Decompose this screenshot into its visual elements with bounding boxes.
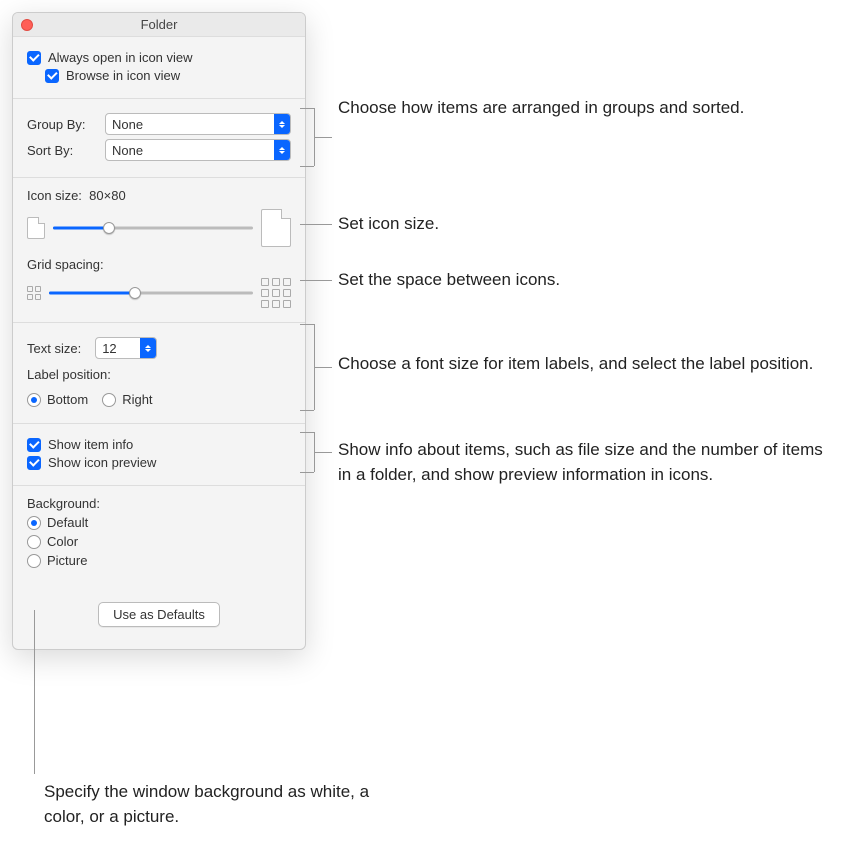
background-color-label: Color (47, 534, 78, 549)
grid-spacing-label: Grid spacing: (27, 257, 291, 272)
icon-size-slider[interactable] (53, 220, 253, 236)
section-sizing: Icon size: 80×80 Grid spacing: (13, 178, 305, 323)
leader-line (300, 432, 314, 433)
checkbox-icon (27, 51, 41, 65)
show-item-info-label: Show item info (48, 437, 133, 452)
radio-icon (27, 516, 41, 530)
background-picture-label: Picture (47, 553, 87, 568)
leader-line (300, 166, 314, 167)
label-position-bottom[interactable]: Bottom (27, 392, 88, 407)
group-by-select[interactable]: None (105, 113, 291, 135)
footer: Use as Defaults (13, 584, 305, 649)
text-size-select[interactable]: 12 (95, 337, 157, 359)
icon-size-label: Icon size: (27, 188, 82, 203)
always-open-icon-view-label: Always open in icon view (48, 50, 193, 65)
radio-icon (27, 554, 41, 568)
section-text: Text size: 12 Label position: Bottom Rig… (13, 323, 305, 424)
checkbox-icon (27, 456, 41, 470)
sort-by-select[interactable]: None (105, 139, 291, 161)
leader-line (314, 452, 332, 453)
leader-line (300, 280, 332, 281)
background-color[interactable]: Color (27, 534, 291, 549)
chevron-up-down-icon (140, 338, 156, 358)
use-as-defaults-label: Use as Defaults (113, 607, 205, 622)
show-item-info-row[interactable]: Show item info (27, 437, 291, 452)
group-by-value: None (112, 117, 143, 132)
radio-icon (27, 535, 41, 549)
callout-background: Specify the window background as white, … (44, 780, 404, 829)
callout-text: Choose a font size for item labels, and … (338, 352, 813, 377)
label-bottom: Bottom (47, 392, 88, 407)
grid-loose-icon (261, 278, 291, 308)
grid-tight-icon (27, 286, 41, 300)
leader-line (300, 224, 332, 225)
section-background: Background: Default Color Picture (13, 486, 305, 584)
background-label: Background: (27, 496, 291, 511)
leader-line (34, 610, 35, 774)
section-arrange: Group By: None Sort By: None (13, 99, 305, 178)
show-icon-preview-row[interactable]: Show icon preview (27, 455, 291, 470)
use-as-defaults-button[interactable]: Use as Defaults (98, 602, 220, 627)
callout-arrange: Choose how items are arranged in groups … (338, 96, 744, 121)
file-small-icon (27, 217, 45, 239)
browse-icon-view-row[interactable]: Browse in icon view (45, 68, 291, 83)
callout-icon-size: Set icon size. (338, 212, 439, 237)
icon-size-value: 80×80 (89, 188, 126, 203)
label-right: Right (122, 392, 152, 407)
window-title: Folder (141, 17, 178, 32)
callout-grid-spacing: Set the space between icons. (338, 268, 560, 293)
close-button[interactable] (21, 19, 33, 31)
background-default[interactable]: Default (27, 515, 291, 530)
sort-by-label: Sort By: (27, 143, 97, 158)
text-size-label: Text size: (27, 341, 81, 356)
leader-line (300, 108, 314, 109)
grid-spacing-slider[interactable] (49, 285, 253, 301)
leader-line (300, 472, 314, 473)
label-position-right[interactable]: Right (102, 392, 152, 407)
background-picture[interactable]: Picture (27, 553, 291, 568)
always-open-icon-view-row[interactable]: Always open in icon view (27, 50, 291, 65)
leader-line (300, 324, 314, 325)
view-options-panel: Folder Always open in icon view Browse i… (12, 12, 306, 650)
group-by-label: Group By: (27, 117, 97, 132)
titlebar: Folder (13, 13, 305, 37)
sort-by-value: None (112, 143, 143, 158)
leader-line (300, 410, 314, 411)
chevron-up-down-icon (274, 114, 290, 134)
chevron-up-down-icon (274, 140, 290, 160)
label-position-label: Label position: (27, 367, 291, 382)
checkbox-icon (45, 69, 59, 83)
text-size-value: 12 (102, 341, 116, 356)
background-default-label: Default (47, 515, 88, 530)
radio-icon (27, 393, 41, 407)
leader-line (314, 367, 332, 368)
show-icon-preview-label: Show icon preview (48, 455, 156, 470)
section-info: Show item info Show icon preview (13, 424, 305, 486)
browse-icon-view-label: Browse in icon view (66, 68, 180, 83)
section-view-mode: Always open in icon view Browse in icon … (13, 37, 305, 99)
checkbox-icon (27, 438, 41, 452)
leader-line (314, 137, 332, 138)
callout-info: Show info about items, such as file size… (338, 438, 838, 487)
radio-icon (102, 393, 116, 407)
file-large-icon (261, 209, 291, 247)
